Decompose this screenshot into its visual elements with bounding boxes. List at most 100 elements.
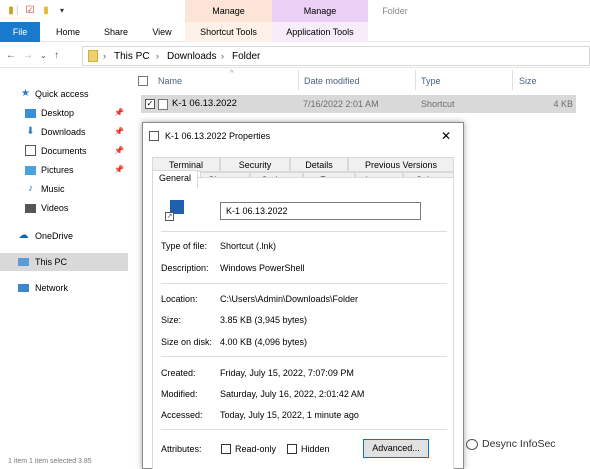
hidden-checkbox[interactable]: [287, 444, 297, 454]
file-row[interactable]: ✓ K-1 06.13.2022 7/16/2022 2:01 AM Short…: [141, 95, 576, 113]
tab-view[interactable]: View: [144, 22, 180, 42]
select-all-checkbox[interactable]: [138, 76, 148, 86]
sidebar-item-videos[interactable]: Videos: [0, 199, 128, 217]
pin-icon[interactable]: 📌: [114, 104, 124, 122]
desktop-icon: [25, 109, 36, 118]
sidebar-item-label: Music: [41, 184, 65, 194]
tab-previous-versions[interactable]: Previous Versions: [348, 157, 454, 172]
column-divider[interactable]: [415, 70, 416, 90]
column-date[interactable]: Date modified: [304, 73, 360, 89]
row-checkbox[interactable]: ✓: [145, 99, 155, 109]
sidebar-item-music[interactable]: ♪ Music: [0, 180, 128, 198]
address-bar[interactable]: › This PC › Downloads › Folder: [82, 46, 590, 66]
readonly-label[interactable]: Read-only: [235, 443, 276, 455]
sidebar-item-desktop[interactable]: Desktop 📌: [0, 104, 128, 122]
location-label: Location:: [161, 294, 198, 304]
tab-shortcut-tools[interactable]: Shortcut Tools: [185, 22, 272, 42]
general-panel: ↗ K-1 06.13.2022 Type of file: Shortcut …: [152, 177, 454, 469]
advanced-button[interactable]: Advanced...: [363, 439, 429, 458]
dialog-title-bar: K-1 06.13.2022 Properties ✕: [143, 123, 463, 149]
location-value: C:\Users\Admin\Downloads\Folder: [220, 294, 359, 304]
sidebar-item-label: Documents: [41, 146, 87, 156]
column-name[interactable]: Name: [158, 73, 182, 89]
sidebar-item-pictures[interactable]: Pictures 📌: [0, 161, 128, 179]
file-name: K-1 06.13.2022: [172, 98, 237, 109]
shortcut-file-icon: [149, 131, 159, 141]
sidebar-item-downloads[interactable]: ⬇ Downloads 📌: [0, 123, 128, 141]
folder-icon: [88, 50, 98, 62]
computer-icon: [18, 258, 29, 266]
sidebar-item-network[interactable]: Network: [0, 279, 128, 297]
breadcrumb-downloads[interactable]: Downloads: [167, 51, 216, 62]
type-label: Type of file:: [161, 241, 208, 251]
breadcrumb-chevron-icon[interactable]: ›: [156, 51, 159, 61]
pin-icon[interactable]: 📌: [114, 123, 124, 141]
column-divider[interactable]: [512, 70, 513, 90]
folder-icon: ▮: [8, 5, 14, 16]
new-folder-icon[interactable]: ▮: [40, 4, 52, 18]
column-type[interactable]: Type: [421, 73, 441, 89]
tab-general[interactable]: General: [152, 170, 198, 188]
modified-value: Saturday, July 16, 2022, 2:01:42 AM: [220, 389, 365, 399]
tab-application-tools[interactable]: Application Tools: [272, 22, 368, 42]
divider: [161, 356, 447, 357]
recent-chevron-icon[interactable]: ⌄: [40, 49, 47, 63]
close-icon[interactable]: ✕: [441, 123, 451, 149]
sidebar-item-label: OneDrive: [35, 231, 74, 241]
file-size: 4 KB: [553, 99, 573, 109]
file-name-field[interactable]: K-1 06.13.2022: [220, 202, 421, 220]
address-row: ← → ⌄ ↑ › This PC › Downloads › Folder: [0, 44, 590, 68]
breadcrumb-chevron-icon[interactable]: ›: [103, 51, 106, 61]
size-label: Size:: [161, 315, 182, 325]
powershell-shortcut-icon: ↗: [165, 200, 187, 222]
breadcrumb-folder[interactable]: Folder: [232, 51, 260, 62]
description-label: Description:: [161, 263, 209, 273]
tab-details[interactable]: Details: [290, 157, 348, 172]
divider: [161, 231, 447, 232]
sort-chevron-icon: ^: [230, 70, 234, 77]
sidebar-item-quick-access[interactable]: ★ Quick access: [0, 85, 128, 103]
up-arrow-icon[interactable]: ↑: [54, 49, 59, 63]
column-divider[interactable]: [298, 70, 299, 90]
customize-quick-access-icon[interactable]: ▾: [56, 4, 68, 18]
sidebar-item-this-pc[interactable]: This PC: [0, 253, 128, 271]
properties-dialog: K-1 06.13.2022 Properties ✕ Terminal Sec…: [142, 122, 464, 469]
download-icon: ⬇: [26, 126, 35, 137]
type-value: Shortcut (.lnk): [220, 241, 277, 251]
navigation-pane: ★ Quick access Desktop 📌 ⬇ Downloads 📌 Docum…: [0, 82, 128, 469]
properties-icon[interactable]: ☑: [24, 4, 36, 18]
readonly-checkbox[interactable]: [221, 444, 231, 454]
created-value: Friday, July 15, 2022, 7:07:09 PM: [220, 368, 354, 378]
back-arrow-icon[interactable]: ←: [6, 49, 16, 63]
pin-icon[interactable]: 📌: [114, 142, 124, 160]
tab-security[interactable]: Security: [220, 157, 290, 172]
music-icon: ♪: [28, 183, 33, 194]
sidebar-item-label: This PC: [35, 257, 68, 267]
network-icon: [18, 284, 29, 292]
shortcut-file-icon: [158, 99, 168, 110]
breadcrumb-this-pc[interactable]: This PC: [114, 51, 150, 62]
breadcrumb-chevron-icon[interactable]: ›: [221, 51, 224, 61]
pin-icon[interactable]: 📌: [114, 161, 124, 179]
file-date: 7/16/2022 2:01 AM: [303, 99, 379, 109]
tab-share[interactable]: Share: [96, 22, 136, 42]
sidebar-item-label: Network: [35, 283, 69, 293]
watermark-text: Desync InfoSec: [482, 438, 556, 450]
wechat-icon: [466, 438, 478, 450]
ribbon-tabs: File Home Share View Shortcut Tools Appl…: [0, 22, 590, 42]
size-value: 3.85 KB (3,945 bytes): [220, 315, 308, 325]
accessed-value: Today, July 15, 2022, 1 minute ago: [220, 410, 359, 420]
sidebar-item-onedrive[interactable]: ☁ OneDrive: [0, 227, 128, 245]
sidebar-item-documents[interactable]: Documents 📌: [0, 142, 128, 160]
column-size[interactable]: Size: [519, 73, 537, 89]
tab-file[interactable]: File: [0, 22, 40, 42]
sidebar-item-label: Desktop: [41, 108, 75, 118]
modified-label: Modified:: [161, 389, 198, 399]
forward-arrow-icon[interactable]: →: [23, 49, 33, 63]
divider: [161, 429, 447, 430]
hidden-label[interactable]: Hidden: [301, 443, 330, 455]
sidebar-item-label: Downloads: [41, 127, 86, 137]
tab-home[interactable]: Home: [48, 22, 88, 42]
sidebar-item-label: Pictures: [41, 165, 74, 175]
document-icon: [25, 145, 36, 156]
